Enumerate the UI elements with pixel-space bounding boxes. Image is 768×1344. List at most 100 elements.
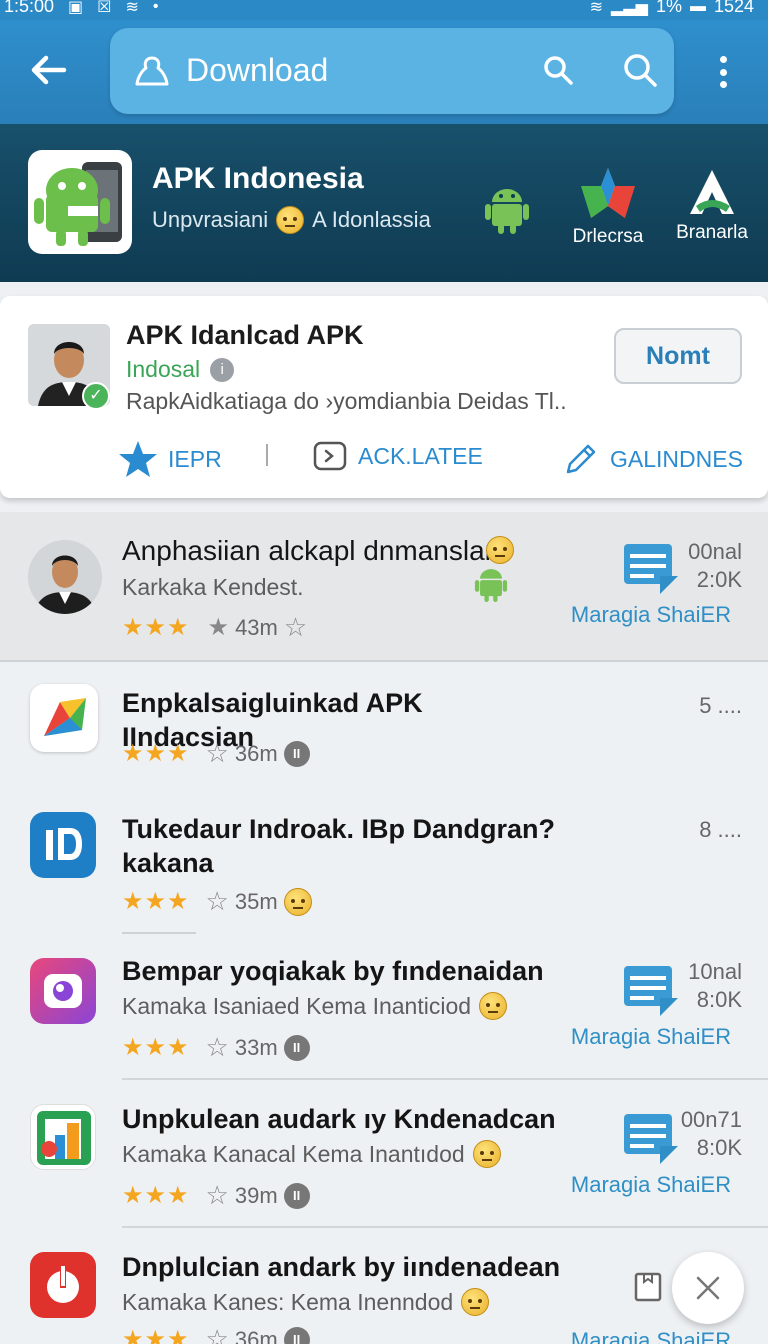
banner-subtitle-text: Unpvrasiani (152, 207, 269, 232)
app-icon-chart (30, 1104, 96, 1170)
manage-share-button[interactable]: Maragia ShaiER (566, 962, 736, 1050)
star-outline-icon: ☆ (205, 1032, 229, 1062)
developer-name[interactable]: Indosal i (126, 356, 235, 383)
rating-stars: ★★★ (122, 1326, 190, 1344)
signal-icon: ▂▃▅ (611, 0, 648, 16)
emoji-icon (461, 1288, 490, 1316)
document-icon[interactable] (634, 1272, 662, 1302)
rate-action[interactable]: IEPR (118, 440, 222, 478)
banner-app-label: Branarla (676, 222, 748, 243)
battery-percent: 1% (655, 0, 682, 16)
item-subtitle: Kamaka Kanes: Kema Inenndod (122, 1288, 490, 1316)
app-icon-ib (30, 812, 96, 878)
app-icon-power (30, 1252, 96, 1318)
list-item[interactable]: Bempar yoqiakak by fındenaidan Kamaka Is… (0, 952, 768, 1080)
star-outline-icon: ☆ (205, 1324, 229, 1344)
verified-badge-icon: ✓ (82, 382, 110, 410)
list-item[interactable]: Enpkalsaigluinkad APK IIndacsian ★★★ ☆ 3… (0, 664, 768, 806)
emoji-icon (479, 992, 508, 1020)
emoji-icon (472, 1140, 501, 1168)
manage-share-label: Maragia ShaiER (570, 1024, 732, 1049)
more-dot (719, 81, 727, 88)
search-icon-secondary[interactable] (622, 52, 658, 88)
search-icon[interactable] (542, 54, 574, 86)
rating-text: 39m (234, 1182, 278, 1208)
manage-share-button[interactable]: Maragia ShaiER (566, 1328, 736, 1344)
star-logo-icon (581, 168, 635, 218)
list-item[interactable]: Anphasiian alckapl dnmanslan Karkaka Ken… (0, 512, 768, 662)
item-subtitle: Kamaka Kanacal Kema Inantıdod (122, 1140, 501, 1168)
item-rating: ★★★ ☆ 36m II (122, 1324, 310, 1344)
item-rating: ★★★ ☆ 33m II (122, 1032, 310, 1063)
server-share-icon (624, 544, 678, 594)
item-rating: ★★★ ★ 43m ☆ (122, 612, 307, 643)
item-title: Dnplulcian andark by iındenadean (122, 1252, 561, 1282)
banner-app-label: Drlecrsa (572, 226, 644, 247)
more-dot (719, 68, 727, 76)
item-rating: ★★★ ☆ 36m II (122, 738, 310, 769)
star-outline-icon: ☆ (205, 738, 229, 768)
star-outline-icon: ☆ (205, 886, 229, 916)
rating-stars: ★★★ (122, 1034, 190, 1061)
guidelines-action[interactable]: GALINDNES (562, 440, 743, 478)
list-item[interactable]: Tukedaur Indroak. IBp Dandgran? kakana ★… (0, 812, 768, 942)
a-logo-icon (690, 170, 734, 214)
status-clock: 1524 (713, 0, 754, 16)
banner-subtitle-text-2: A Idonlassia (312, 207, 431, 232)
banner-subtitle: Unpvrasiani A Idonlassia (152, 206, 431, 234)
banner-title: APK Indonesia (152, 162, 364, 195)
back-button[interactable] (26, 48, 70, 92)
rating-stars: ★★★ (122, 740, 190, 767)
item-rating: ★★★ ☆ 39m II (122, 1180, 310, 1211)
rating-stars: ★★★ (122, 888, 190, 915)
banner-app-drlecrsa[interactable]: Drlecrsa (560, 166, 656, 248)
item-title: Anphasiian alckapl dnmanslan (122, 534, 522, 568)
arrow-left-icon (31, 55, 67, 85)
item-title: Unpkulean audark ıy Kndenadcan (122, 1104, 556, 1134)
badge-icon: II (283, 1326, 310, 1344)
item-subtitle-text: Kamaka Kanacal Kema Inantıdod (122, 1140, 465, 1167)
divider (122, 1226, 768, 1228)
featured-banner[interactable]: APK Indonesia Unpvrasiani A Idonlassia D… (0, 124, 768, 282)
share-box-icon (313, 441, 347, 471)
manage-share-button[interactable]: Maragia ShaiER (566, 540, 736, 628)
image-icon: ☒ (97, 0, 112, 16)
rating-text: 36m (234, 740, 278, 766)
manage-share-label: Maragia ShaiER (570, 1172, 732, 1197)
star-outline-icon: ☆ (283, 612, 308, 642)
search-input[interactable]: Download (186, 52, 328, 89)
rating-text: 43m (235, 614, 278, 640)
more-options-button[interactable] (708, 52, 738, 92)
banner-app-branarla[interactable]: Branarla (664, 166, 760, 244)
star-icon (119, 441, 157, 477)
list-item[interactable]: Unpkulean audark ıy Kndenadcan Kamaka Ka… (0, 1100, 768, 1228)
guidelines-action-label: GALINDNES (610, 445, 743, 472)
wifi-icon: ≋ (125, 0, 139, 16)
manage-share-button[interactable]: Maragia ShaiER (566, 1110, 736, 1198)
manage-share-label: Maragia ShaiER (570, 1328, 732, 1344)
app-icon-maps (30, 684, 98, 752)
app-detail-card[interactable]: ✓ APK Idanlcad APK Indosal i RapkAidkati… (0, 296, 768, 498)
rating-stars: ★★★ (122, 614, 190, 641)
user-avatar (28, 540, 102, 614)
search-bar[interactable]: Download (110, 28, 674, 114)
item-subtitle-text: Kamaka Kanes: Kema Inenndod (122, 1288, 454, 1315)
app-title: APK Idanlcad APK (126, 320, 364, 350)
item-subtitle-text: Kamaka Isaniaed Kema Inanticiod (122, 992, 472, 1019)
open-button[interactable]: Nomt (614, 328, 742, 384)
star-outline-icon: ☆ (205, 1180, 229, 1210)
item-title: Tukedaur Indroak. IBp Dandgran? kakana (122, 814, 556, 878)
android-icon (485, 189, 529, 234)
info-icon[interactable]: i (210, 357, 235, 382)
close-button[interactable] (672, 1252, 744, 1324)
server-share-icon (624, 966, 678, 1016)
android-icon (474, 569, 508, 602)
update-action[interactable]: ACK.LATEE (312, 440, 483, 472)
item-meta: 8 .... (699, 817, 742, 842)
download-person-icon (135, 56, 169, 86)
item-title-text: Anphasiian alckapl dnmanslan (122, 535, 501, 566)
emoji-icon (283, 887, 312, 916)
rating-text: 36m (234, 1326, 278, 1344)
item-meta: 5 .... (699, 693, 742, 718)
app-description: RapkAidkatiaga do ›yomdianbia Deidas Tl.… (126, 388, 567, 414)
